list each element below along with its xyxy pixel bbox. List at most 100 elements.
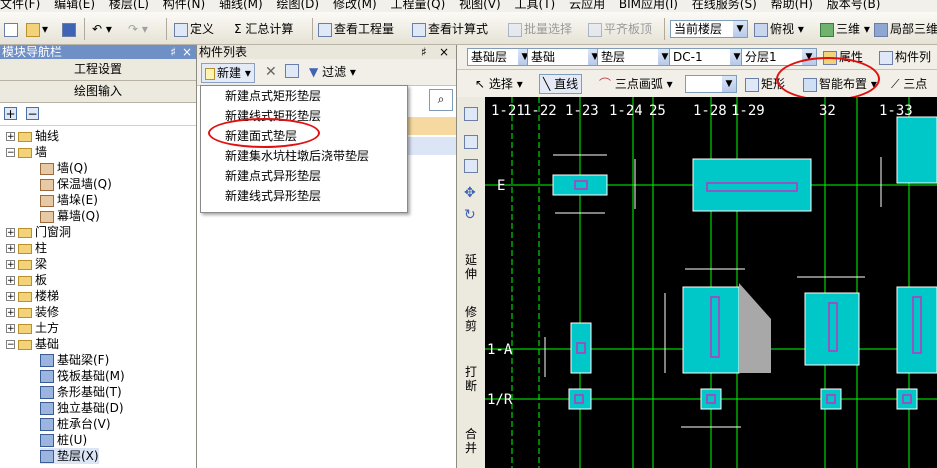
copy-icon[interactable]: [464, 135, 478, 149]
tree-item-axis[interactable]: + 轴线: [6, 128, 59, 144]
select-button[interactable]: ↖ 选择 ▾: [475, 75, 523, 93]
close-icon[interactable]: ×: [439, 45, 449, 59]
menu-bim[interactable]: BIM应用(I): [619, 0, 678, 10]
drawing-canvas[interactable]: 1-21 1-22 1-23 1-24 25 1-28 1-29 32 1-33…: [485, 97, 937, 468]
three-point-button[interactable]: ⟋ 三点: [891, 75, 927, 93]
level-slab-button[interactable]: 平齐板顶: [588, 20, 652, 38]
axis-labels-left: E 1-A 1/R: [487, 178, 513, 408]
menu-modify[interactable]: 修改(M): [333, 0, 377, 10]
footing: [896, 388, 918, 410]
grid-lines: [485, 97, 937, 468]
three-point-arc-button[interactable]: ⌒ 三点画弧 ▾: [599, 75, 673, 93]
menu-online[interactable]: 在线服务(S): [692, 0, 757, 10]
tree-item-pile[interactable]: 桩(U): [40, 432, 87, 448]
pin-icon[interactable]: ♯: [170, 45, 176, 59]
curtain-wall-icon: [40, 210, 54, 223]
menu-axis[interactable]: 轴线(M): [219, 0, 263, 10]
menu-new-line-special-cushion[interactable]: 新建线式异形垫层: [201, 186, 407, 206]
extend-button[interactable]: 延伸: [465, 253, 477, 281]
tree-item-wall-pier[interactable]: 墙垛(E): [40, 192, 98, 208]
folder-open-icon: [18, 339, 32, 350]
menu-draw[interactable]: 绘图(D): [277, 0, 320, 10]
sum-calc-button[interactable]: Σ 汇总计算: [234, 20, 293, 38]
redo-icon[interactable]: ↷ ▾: [128, 20, 148, 38]
break-button[interactable]: 打断: [465, 365, 477, 393]
view-formula-button[interactable]: 查看计算式: [412, 20, 488, 38]
view-quantity-button[interactable]: 查看工程量: [318, 20, 394, 38]
mirror-icon[interactable]: [464, 159, 478, 173]
menu-new-pit-pier-cushion[interactable]: 新建集水坑柱墩后浇带垫层: [201, 146, 407, 166]
copy-icon[interactable]: [285, 64, 299, 78]
define-button[interactable]: 定义: [174, 20, 214, 38]
tree-item-wall-q[interactable]: 墙(Q): [40, 160, 88, 176]
floor-select[interactable]: 基础层 ▼: [467, 48, 533, 66]
batch-select-button[interactable]: 批量选择: [508, 20, 572, 38]
tree-item-foundation[interactable]: − 基础: [6, 336, 59, 352]
module-nav-panel: 模块导航栏 ♯ × 工程设置 绘图输入 + − + 轴线 − 墙 墙(Q) 保温墙(…: [0, 45, 197, 468]
highlight-ellipse-smart-layout: [776, 57, 880, 101]
component-list-button[interactable]: 构件列: [879, 48, 931, 66]
project-settings-button[interactable]: 工程设置: [0, 59, 196, 81]
folder-icon: [18, 131, 32, 142]
expand-all-icon[interactable]: +: [4, 107, 17, 120]
move-icon[interactable]: ✥: [464, 185, 476, 201]
tree-item-slab[interactable]: + 板: [6, 272, 47, 288]
delete-icon[interactable]: ✕: [265, 64, 277, 80]
tree-item-foundation-beam[interactable]: 基础梁(F): [40, 352, 109, 368]
tree-item-decoration[interactable]: + 装修: [6, 304, 59, 320]
undo-icon[interactable]: ↶ ▾: [92, 20, 112, 38]
trim-button[interactable]: 修剪: [465, 305, 477, 333]
current-floor-select[interactable]: 当前楼层 ▼: [670, 20, 748, 38]
menu-new-point-rect-cushion[interactable]: 新建点式矩形垫层: [201, 86, 407, 106]
tree-item-curtain-wall[interactable]: 幕墙(Q): [40, 208, 100, 224]
line-button[interactable]: ╲ 直线: [539, 74, 583, 94]
close-icon[interactable]: ×: [182, 45, 192, 59]
menu-new-point-special-cushion[interactable]: 新建点式异形垫层: [201, 166, 407, 186]
open-folder-icon[interactable]: ▾: [26, 20, 48, 38]
menu-quantity[interactable]: 工程量(Q): [390, 0, 445, 10]
modify-toolbar: ✥ ↻ 延伸 修剪 打断 合并: [457, 97, 486, 468]
save-icon[interactable]: [62, 20, 78, 38]
tree-item-insulation-wall[interactable]: 保温墙(Q): [40, 176, 112, 192]
tree-item-isolated-foundation[interactable]: 独立基础(D): [40, 400, 124, 416]
tree-item-strip-foundation[interactable]: 条形基础(T): [40, 384, 122, 400]
pen-icon[interactable]: [464, 107, 478, 121]
merge-button[interactable]: 合并: [465, 427, 477, 455]
menu-edit[interactable]: 编辑(E): [54, 0, 95, 10]
folder-open-icon: [18, 147, 32, 158]
menu-file[interactable]: 文件(F): [0, 0, 40, 10]
local-3d-button[interactable]: 局部三维: [874, 20, 937, 38]
tree-item-door-window[interactable]: + 门窗洞: [6, 224, 71, 240]
tree-item-stairs[interactable]: + 楼梯: [6, 288, 59, 304]
search-button[interactable]: ⌕: [429, 89, 453, 111]
tree-item-wall[interactable]: − 墙: [6, 144, 47, 160]
menu-tools[interactable]: 工具(T): [515, 0, 556, 10]
menu-help[interactable]: 帮助(H): [771, 0, 813, 10]
menu-floor[interactable]: 楼层(L): [109, 0, 149, 10]
menu-cloud[interactable]: 云应用: [569, 0, 605, 10]
new-button[interactable]: 新建 ▾: [201, 63, 255, 83]
rotate-icon[interactable]: ↻: [464, 207, 476, 223]
menu-component[interactable]: 构件(N): [163, 0, 205, 10]
pin-icon[interactable]: ♯: [421, 45, 427, 59]
new-file-icon[interactable]: [4, 20, 20, 38]
tree-item-raft-foundation[interactable]: 筏板基础(M): [40, 368, 125, 384]
component-select[interactable]: DC-1 ▼: [669, 48, 745, 66]
menu-version[interactable]: 版本号(B): [827, 0, 881, 10]
filter-button[interactable]: ▼ 过滤 ▾: [309, 63, 356, 81]
axis-label: 1-21: [491, 103, 525, 119]
tree-item-column[interactable]: + 柱: [6, 240, 47, 256]
category-select[interactable]: 基础 ▼: [527, 48, 603, 66]
tree-item-earthwork[interactable]: + 土方: [6, 320, 59, 336]
footing: [804, 292, 860, 366]
type-select[interactable]: 垫层 ▼: [597, 48, 673, 66]
arc-mode-select[interactable]: ▼: [685, 75, 737, 93]
tree-item-cushion[interactable]: 垫层(X): [40, 448, 99, 464]
menu-view[interactable]: 视图(V): [459, 0, 501, 10]
three-d-button[interactable]: 三维 ▾: [820, 20, 870, 38]
tree-item-pile-cap[interactable]: 桩承台(V): [40, 416, 111, 432]
tree-item-beam[interactable]: + 梁: [6, 256, 47, 272]
collapse-all-icon[interactable]: −: [26, 107, 39, 120]
drawing-input-button[interactable]: 绘图输入: [0, 81, 196, 103]
top-view-button[interactable]: 俯视 ▾: [754, 20, 804, 38]
